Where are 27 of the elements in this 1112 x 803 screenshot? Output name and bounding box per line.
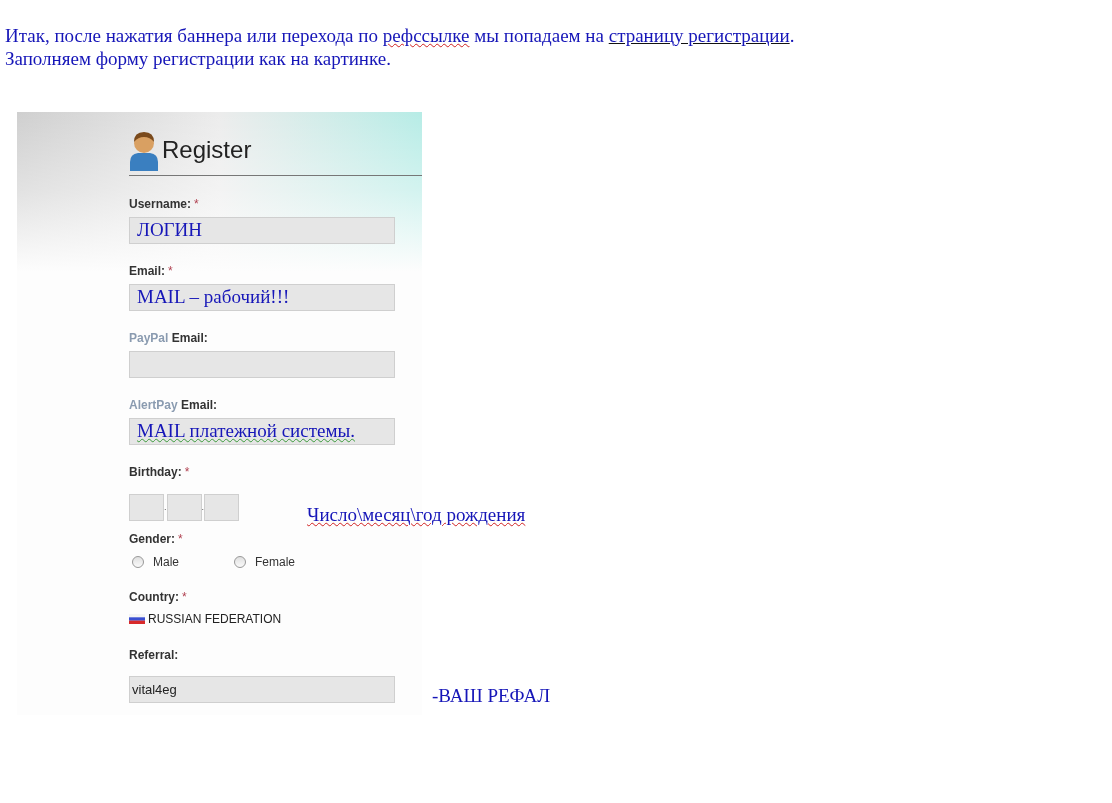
- separator-text: .: [201, 500, 205, 514]
- paragraph: Заполняем форму регистрации как на картинке.: [5, 47, 392, 70]
- field-label: PayPal Email:: [129, 331, 209, 347]
- input-field[interactable]: MAIL – рабочий!!!: [129, 284, 395, 311]
- field-label: Birthday: *: [129, 465, 191, 481]
- input-field[interactable]: ЛОГИН: [129, 217, 395, 244]
- field-label: Username: *: [129, 197, 200, 213]
- option-label: Male: [153, 554, 179, 571]
- field-label: Country: *: [129, 590, 188, 606]
- field-label: Gender: *: [129, 532, 184, 548]
- input-field[interactable]: [204, 493, 240, 521]
- field-label: Referral:: [129, 648, 180, 664]
- input-field[interactable]: [129, 351, 395, 378]
- annotation: -ВАШ РЕФАЛ: [431, 684, 551, 708]
- country-value: RUSSIAN FEDERATION: [148, 611, 282, 628]
- input-field[interactable]: [129, 493, 164, 521]
- paragraph: Итак, после нажатия баннера или перехода по рефссылке мы попадаем на страницу регистрации.: [5, 24, 796, 47]
- separator-text: .: [164, 500, 167, 514]
- flag-icon: [129, 614, 145, 624]
- field-label: Email: *: [129, 264, 174, 280]
- input-field[interactable]: vital4eg: [129, 675, 395, 703]
- annotation: Число\месяц\год рождения: [306, 503, 526, 527]
- option-label: Female: [255, 554, 295, 571]
- field-label: AlertPay Email:: [129, 398, 219, 414]
- link[interactable]: страницу регистрации: [608, 25, 790, 46]
- form-title: Register: [162, 134, 252, 165]
- input-field[interactable]: MAIL платежной системы.: [129, 418, 395, 445]
